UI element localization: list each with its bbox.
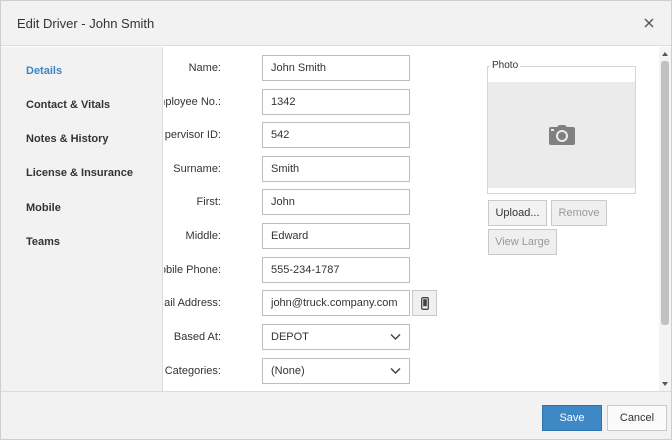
view-large-button[interactable]: View Large xyxy=(488,229,557,255)
sidebar-item-teams[interactable]: Teams xyxy=(26,236,60,248)
surname-field[interactable]: Smith xyxy=(262,156,410,182)
scroll-up-arrow-icon[interactable] xyxy=(662,52,668,56)
photo-legend: Photo xyxy=(490,60,521,71)
supervisor-id-row: Supervisor ID: 542 xyxy=(164,122,464,148)
cancel-button[interactable]: Cancel xyxy=(607,405,667,431)
supervisor-id-field[interactable]: 542 xyxy=(262,122,410,148)
edit-driver-dialog: Edit Driver - John Smith Details Contact… xyxy=(0,0,672,440)
middle-row: Middle: Edward xyxy=(164,223,464,249)
chevron-down-icon xyxy=(390,333,401,341)
mobile-phone-icon xyxy=(421,297,429,310)
sidebar-item-license-insurance[interactable]: License & Insurance xyxy=(26,167,133,179)
sidebar: Details Contact & Vitals Notes & History… xyxy=(1,47,163,391)
first-field[interactable]: John xyxy=(262,189,410,215)
categories-row: Categories: (None) xyxy=(164,358,464,384)
employee-no-row: Employee No.: 1342 xyxy=(164,89,464,115)
dialog-footer: Save Cancel xyxy=(1,391,671,439)
categories-label: Categories: xyxy=(164,365,221,377)
mobile-phone-label: Mobile Phone: xyxy=(164,264,221,276)
based-at-value: DEPOT xyxy=(271,331,309,343)
sidebar-item-contact-vitals[interactable]: Contact & Vitals xyxy=(26,99,110,111)
vertical-scrollbar[interactable] xyxy=(659,47,671,391)
email-label: Email Address: xyxy=(164,297,221,309)
surname-label: Surname: xyxy=(173,163,221,175)
close-icon xyxy=(644,18,654,28)
sidebar-item-mobile[interactable]: Mobile xyxy=(26,202,61,214)
remove-photo-button[interactable]: Remove xyxy=(551,200,607,226)
middle-label: Middle: xyxy=(185,230,221,242)
camera-icon xyxy=(549,125,575,145)
chevron-down-icon xyxy=(390,367,401,375)
supervisor-id-label: Supervisor ID: xyxy=(164,129,221,141)
email-row: Email Address: john@truck.company.com xyxy=(164,290,464,316)
based-at-select[interactable]: DEPOT xyxy=(262,324,410,350)
close-button[interactable] xyxy=(641,15,657,31)
scroll-down-arrow-icon[interactable] xyxy=(662,382,668,386)
first-row: First: John xyxy=(164,189,464,215)
name-field[interactable]: John Smith xyxy=(262,55,410,81)
email-mobile-button[interactable] xyxy=(412,290,437,316)
sidebar-item-notes-history[interactable]: Notes & History xyxy=(26,133,109,145)
scrollbar-thumb[interactable] xyxy=(661,61,669,325)
mobile-phone-field[interactable]: 555-234-1787 xyxy=(262,257,410,283)
name-row: Name: John Smith xyxy=(164,55,464,81)
based-at-row: Based At: DEPOT xyxy=(164,324,464,350)
based-at-label: Based At: xyxy=(173,331,221,343)
first-label: First: xyxy=(196,196,221,208)
surname-row: Surname: Smith xyxy=(164,156,464,182)
name-label: Name: xyxy=(188,62,221,74)
employee-no-label: Employee No.: xyxy=(164,96,221,108)
sidebar-item-details[interactable]: Details xyxy=(26,65,62,77)
photo-placeholder xyxy=(488,82,635,188)
details-panel: Name: John Smith Employee No.: 1342 Supe… xyxy=(164,47,659,391)
dialog-title: Edit Driver - John Smith xyxy=(17,16,155,31)
categories-value: (None) xyxy=(271,365,305,377)
email-field[interactable]: john@truck.company.com xyxy=(262,290,410,316)
categories-select[interactable]: (None) xyxy=(262,358,410,384)
upload-photo-button[interactable]: Upload... xyxy=(488,200,547,226)
save-button[interactable]: Save xyxy=(542,405,602,431)
middle-field[interactable]: Edward xyxy=(262,223,410,249)
dialog-header: Edit Driver - John Smith xyxy=(1,1,671,46)
mobile-phone-row: Mobile Phone: 555-234-1787 xyxy=(164,257,464,283)
employee-no-field[interactable]: 1342 xyxy=(262,89,410,115)
